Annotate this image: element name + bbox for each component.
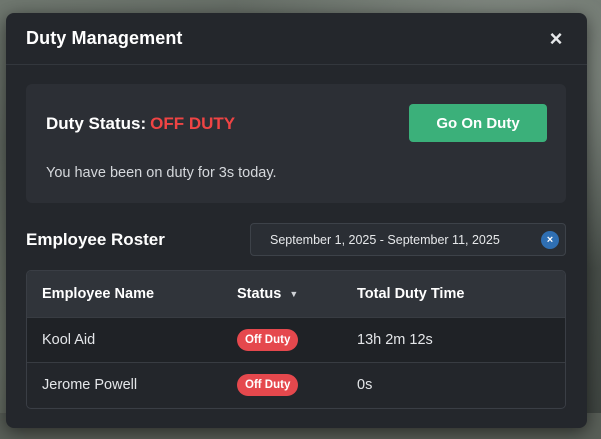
duty-time: 13h 2m 12s xyxy=(357,331,433,348)
window-title: Duty Management xyxy=(26,28,183,48)
duty-status-value: OFF DUTY xyxy=(150,114,236,133)
duty-status-line: Duty Status: OFF DUTY xyxy=(46,114,235,134)
table-row: Jerome Powell Off Duty 0s xyxy=(27,362,565,407)
close-icon[interactable]: × xyxy=(545,27,567,50)
duty-time: 0s xyxy=(357,376,373,393)
duty-time-message: You have been on duty for 3s today. xyxy=(46,165,277,181)
roster-table: Employee Name Status ▼ Total Duty Time Ko… xyxy=(26,270,566,409)
column-header-status[interactable]: Status ▼ xyxy=(237,271,357,317)
employee-name: Kool Aid xyxy=(42,331,96,348)
column-header-time: Total Duty Time xyxy=(357,285,465,302)
table-row: Kool Aid Off Duty 13h 2m 12s xyxy=(27,317,565,362)
status-badge: Off Duty xyxy=(237,373,299,396)
column-header-name: Employee Name xyxy=(42,285,155,302)
clear-date-icon[interactable]: × xyxy=(541,231,559,249)
duty-management-window: Duty Management × Duty Status: OFF DUTY G… xyxy=(6,13,587,428)
employee-name: Jerome Powell xyxy=(42,376,138,393)
date-range-picker[interactable]: September 1, 2025 - September 11, 2025 × xyxy=(250,223,566,256)
status-badge: Off Duty xyxy=(237,328,299,351)
duty-status-card: Duty Status: OFF DUTY Go On Duty You have… xyxy=(26,84,566,203)
duty-status-label: Duty Status: xyxy=(46,114,147,133)
table-header-row: Employee Name Status ▼ Total Duty Time xyxy=(27,271,565,317)
window-header: Duty Management × xyxy=(6,13,587,65)
go-on-duty-button[interactable]: Go On Duty xyxy=(409,104,547,142)
sort-down-icon[interactable]: ▼ xyxy=(289,289,298,299)
date-range-value: September 1, 2025 - September 11, 2025 xyxy=(270,232,500,247)
employee-roster-title: Employee Roster xyxy=(26,230,165,249)
column-header-status-label: Status xyxy=(237,285,282,302)
